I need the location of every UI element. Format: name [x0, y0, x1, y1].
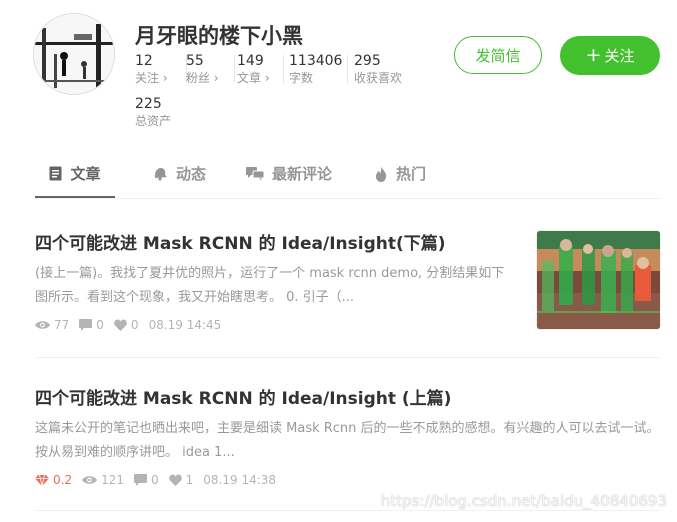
- reward-diamond: 0.2: [35, 473, 72, 487]
- tab-label: 动态: [176, 165, 207, 183]
- watermark: https://blog.csdn.net/baidu_40840693: [380, 492, 667, 510]
- view-count[interactable]: 121: [82, 473, 124, 487]
- comment-icon: [134, 474, 147, 486]
- stat-words: 113406 字数: [289, 53, 349, 86]
- divider: [282, 55, 284, 83]
- stat-value: 113406: [289, 53, 343, 69]
- tab-latest-comments[interactable]: 最新评论: [246, 150, 332, 197]
- view-count[interactable]: 77: [35, 318, 69, 332]
- article-meta: 77 0 0 08.19 14:45: [35, 318, 515, 332]
- stat-label: 粉丝 ›: [186, 71, 219, 85]
- view-count-value: 121: [101, 473, 124, 487]
- heart-icon: [114, 319, 127, 331]
- avatar[interactable]: [33, 13, 115, 95]
- bell-icon: [152, 166, 168, 181]
- stat-label: 字数: [289, 71, 314, 85]
- reward-value: 0.2: [53, 473, 73, 487]
- comment-icon: [79, 319, 93, 331]
- profile-name[interactable]: 月牙眼的楼下小黑: [135, 20, 303, 50]
- plus-icon: +: [585, 44, 602, 66]
- tab-activity[interactable]: 动态: [152, 150, 206, 197]
- stat-value: 12: [135, 53, 153, 69]
- article-item[interactable]: 四个可能改进 Mask RCNN 的 Idea/Insight (上篇) 这篇未…: [35, 384, 660, 487]
- heart-icon: [168, 474, 182, 486]
- stat-likes-received: 295 收获喜欢: [354, 53, 402, 86]
- stat-label: 文章 ›: [237, 71, 270, 85]
- stat-followers[interactable]: 55 粉丝 ›: [186, 53, 235, 86]
- stat-value: 295: [354, 53, 381, 69]
- eye-icon: [82, 476, 98, 484]
- comment-count[interactable]: 0: [134, 473, 159, 487]
- tab-articles[interactable]: 文章: [35, 150, 115, 198]
- divider: [35, 357, 660, 358]
- flame-icon: [374, 165, 388, 182]
- article-abstract: (接上一篇)。我找了夏井优的照片，运行了一个 mask rcnn demo, 分…: [35, 266, 505, 305]
- like-count-value: 0: [130, 318, 139, 332]
- stat-value: 149: [237, 53, 264, 69]
- comment-count[interactable]: 0: [79, 318, 104, 332]
- article-thumbnail[interactable]: [536, 230, 661, 330]
- article-abstract: 这篇未公开的笔记也晒出来吧，主要是细读 Mask Rcnn 后的一些不成熟的感想…: [35, 421, 660, 460]
- follow-label: 关注: [604, 47, 635, 65]
- document-icon: [49, 166, 62, 181]
- tab-bar: 文章 动态 最新评论 热门: [35, 150, 660, 199]
- stat-label: 收获喜欢: [354, 71, 403, 85]
- comment-count-value: 0: [96, 318, 104, 332]
- view-count-value: 77: [54, 318, 70, 332]
- publish-time: 08.19 14:38: [203, 473, 277, 487]
- tab-hot[interactable]: 热门: [374, 150, 426, 197]
- comments-icon: [246, 166, 264, 181]
- stat-value: 225: [135, 96, 162, 112]
- stat-value: 55: [186, 53, 204, 69]
- like-count: 0: [114, 318, 139, 332]
- divider: [347, 55, 349, 83]
- article-title[interactable]: 四个可能改进 Mask RCNN 的 Idea/Insight(下篇): [35, 229, 515, 254]
- tab-label: 最新评论: [272, 165, 333, 183]
- like-count: 1: [168, 473, 194, 487]
- stat-articles[interactable]: 149 文章 ›: [237, 53, 284, 86]
- tab-label: 文章: [70, 164, 101, 183]
- stat-following[interactable]: 12 关注 ›: [135, 53, 187, 86]
- article-meta: 0.2 121 0 1 08.19 14:38: [35, 473, 660, 487]
- stat-label: 关注 ›: [135, 71, 168, 85]
- article-thumbnail-image: [537, 231, 660, 329]
- article-title[interactable]: 四个可能改进 Mask RCNN 的 Idea/Insight (上篇): [35, 384, 660, 409]
- divider: [35, 510, 660, 511]
- eye-icon: [35, 321, 50, 329]
- stat-label: 总资产: [135, 114, 172, 128]
- diamond-icon: [35, 474, 49, 486]
- divider: [233, 55, 235, 83]
- stat-total-assets: 225 总资产: [135, 96, 171, 129]
- follow-button[interactable]: + 关注: [560, 36, 660, 75]
- article-item[interactable]: 四个可能改进 Mask RCNN 的 Idea/Insight(下篇) (接上一…: [35, 229, 515, 332]
- avatar-image: [34, 14, 114, 94]
- comment-count-value: 0: [151, 473, 159, 487]
- tab-label: 热门: [396, 165, 427, 183]
- publish-time: 08.19 14:45: [148, 318, 222, 332]
- send-message-button[interactable]: 发简信: [454, 36, 542, 74]
- like-count-value: 1: [185, 473, 194, 487]
